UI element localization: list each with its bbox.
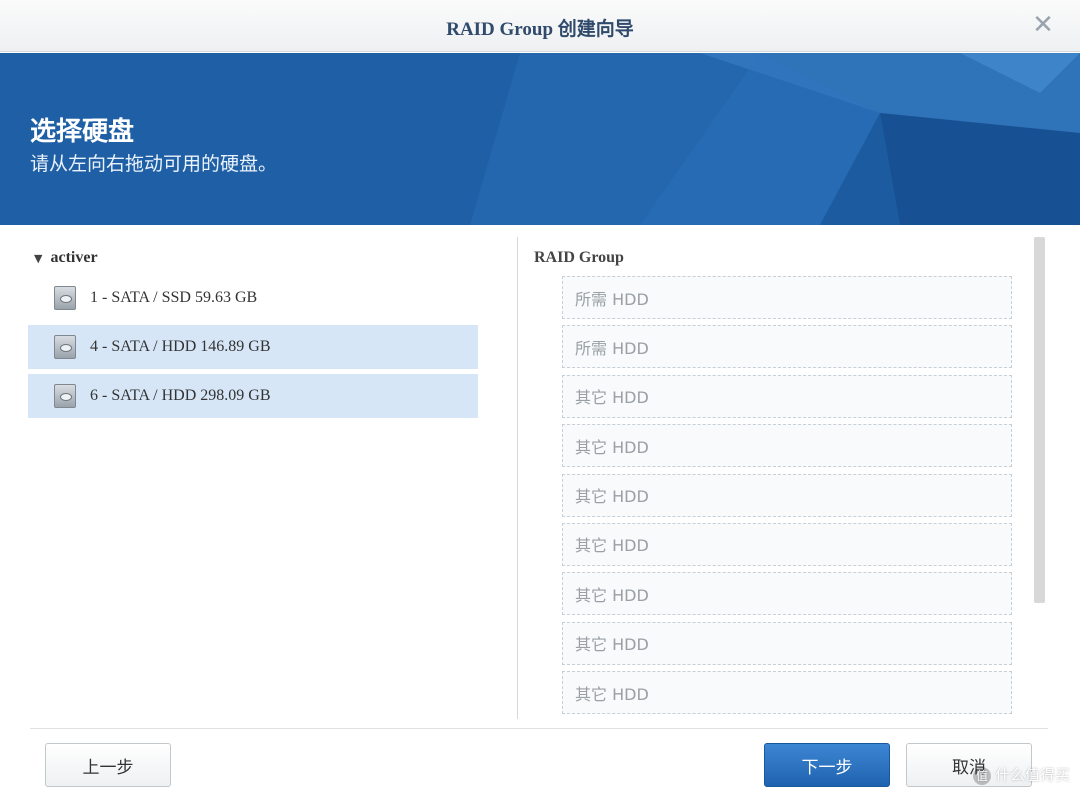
triangle-down-icon[interactable]: ▼ bbox=[34, 252, 42, 265]
title-bar: RAID Group 创建向导 ✕ bbox=[0, 0, 1080, 52]
drop-slot[interactable]: 其它 HDD bbox=[562, 621, 1012, 665]
raid-group-panel: RAID Group 所需 HDD 所需 HDD 其它 HDD 其它 HDD 其… bbox=[534, 240, 1014, 721]
drop-slot[interactable]: 其它 HDD bbox=[562, 424, 1012, 468]
drop-slot[interactable]: 其它 HDD bbox=[562, 572, 1012, 616]
step-instruction: 请从左向右拖动可用的硬盘。 bbox=[30, 153, 278, 175]
drop-slot[interactable]: 其它 HDD bbox=[562, 522, 1012, 566]
close-icon[interactable]: ✕ bbox=[1030, 12, 1056, 38]
watermark-text: 什么值得买 bbox=[994, 766, 1070, 784]
drop-slot[interactable]: 所需 HDD bbox=[562, 325, 1012, 369]
drop-slot[interactable]: 其它 HDD bbox=[562, 671, 1012, 715]
disk-row[interactable]: 6 - SATA / HDD 298.09 GB bbox=[28, 374, 478, 418]
hard-drive-icon bbox=[54, 286, 76, 310]
watermark: 值什么值得买 bbox=[972, 764, 1070, 785]
back-button[interactable]: 上一步 bbox=[45, 743, 171, 787]
banner-background bbox=[0, 53, 1080, 225]
step-heading: 选择硬盘 bbox=[30, 117, 135, 147]
drop-slot[interactable]: 所需 HDD bbox=[562, 276, 1012, 319]
disk-group-name: activer bbox=[50, 249, 98, 266]
drop-slot[interactable]: 其它 HDD bbox=[562, 374, 1012, 418]
raid-group-title: RAID Group bbox=[534, 249, 624, 266]
scrollbar[interactable] bbox=[1034, 237, 1045, 603]
disk-group-header[interactable]: ▼ activer bbox=[28, 240, 478, 276]
window-title: RAID Group 创建向导 bbox=[446, 19, 634, 40]
disk-row[interactable]: 4 - SATA / HDD 146.89 GB bbox=[28, 325, 478, 369]
disk-label: 1 - SATA / SSD 59.63 GB bbox=[90, 289, 258, 306]
available-disks-panel: ▼ activer 1 - SATA / SSD 59.63 GB 4 - SA… bbox=[28, 240, 478, 423]
pane-divider bbox=[517, 237, 518, 719]
header-banner: 选择硬盘 请从左向右拖动可用的硬盘。 bbox=[0, 53, 1080, 225]
hard-drive-icon bbox=[54, 384, 76, 408]
disk-row[interactable]: 1 - SATA / SSD 59.63 GB bbox=[28, 276, 478, 320]
watermark-badge: 值 bbox=[972, 766, 991, 785]
next-button[interactable]: 下一步 bbox=[764, 743, 890, 787]
disk-label: 4 - SATA / HDD 146.89 GB bbox=[90, 338, 271, 355]
disk-label: 6 - SATA / HDD 298.09 GB bbox=[90, 387, 271, 404]
hard-drive-icon bbox=[54, 335, 76, 359]
footer-divider bbox=[30, 728, 1048, 729]
drop-slot[interactable]: 其它 HDD bbox=[562, 473, 1012, 517]
